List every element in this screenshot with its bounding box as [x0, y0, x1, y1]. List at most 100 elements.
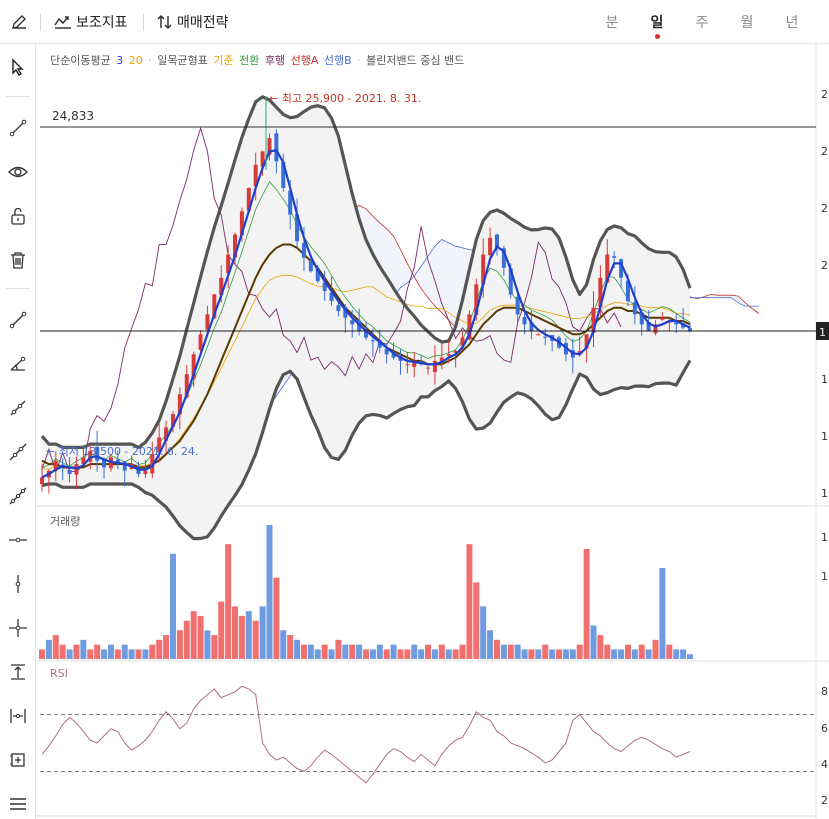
volume-bar	[425, 644, 432, 659]
trash-icon	[11, 252, 25, 269]
candle-body	[226, 254, 231, 274]
ichimoku-kijun-line	[42, 274, 691, 470]
volume-bar	[549, 649, 556, 659]
candle-body	[412, 360, 417, 368]
ichimoku-span-a	[110, 204, 760, 460]
crosshair-icon	[9, 619, 27, 637]
rsi-axis-tick: 2	[821, 794, 828, 807]
current-price-tag	[816, 322, 829, 340]
volume-bar	[156, 639, 163, 659]
rsi-panel-label: RSI	[50, 667, 68, 680]
trendline-tool[interactable]	[6, 116, 30, 140]
candle-body	[108, 457, 113, 469]
candle-body	[191, 354, 196, 379]
volume-bar	[687, 654, 693, 659]
volume-bar	[328, 649, 335, 659]
candle-body	[288, 190, 293, 215]
settings-list-tool[interactable]	[6, 792, 30, 816]
candle-body	[95, 446, 100, 461]
volume-bar	[183, 620, 190, 659]
current-price-tag-text: 1	[819, 326, 826, 339]
crosshair-tool[interactable]	[6, 616, 30, 640]
volume-bar	[45, 639, 52, 659]
price-axis-tick: 2	[821, 202, 828, 215]
period-tab-week[interactable]: 주	[692, 12, 712, 32]
volume-bar	[335, 639, 342, 659]
candle-body	[322, 282, 327, 292]
candle-body	[219, 277, 224, 295]
volume-bar	[666, 644, 673, 659]
volume-bar	[266, 525, 273, 659]
volume-bar	[480, 606, 487, 659]
candle-body	[350, 320, 355, 325]
rsi-axis-tick: 4	[821, 758, 828, 771]
extended-line-tool[interactable]	[6, 440, 30, 464]
price-chart[interactable]: 2 2 2 2 1 1 1 1 1 8 6 4 2 24,833 1 ← 최고 25,900 - 202…	[0, 0, 829, 819]
legend-bollinger-label[interactable]: 볼린저밴드 중심 밴드	[366, 54, 464, 67]
volume-bar	[232, 606, 239, 659]
ray-tool[interactable]	[6, 396, 30, 420]
volume-bar	[287, 635, 294, 659]
vertical-line-tool[interactable]	[6, 572, 30, 596]
volume-bar	[142, 649, 149, 659]
horizontal-line-tool[interactable]	[6, 528, 30, 552]
volume-bar	[238, 615, 245, 659]
candle-body	[81, 457, 86, 464]
rsi-line	[41, 685, 691, 784]
date-range-icon	[10, 709, 26, 723]
volume-bar	[204, 630, 211, 659]
price-range-tool[interactable]	[6, 660, 30, 684]
candle-body	[522, 316, 527, 325]
volume-bar	[411, 644, 418, 659]
multi-point-tool[interactable]	[6, 484, 30, 508]
candle-body	[102, 459, 107, 468]
candle-body	[177, 394, 182, 415]
volume-bar	[245, 611, 252, 659]
volume-bar	[397, 649, 404, 659]
candle-body	[164, 427, 169, 441]
period-tab-minute[interactable]: 분	[602, 12, 622, 32]
indicators-button[interactable]: 보조지표	[54, 0, 128, 44]
trendline-icon	[9, 119, 27, 137]
legend-ichimoku-label[interactable]: 일목균형표	[157, 54, 208, 67]
volume-bar	[583, 548, 590, 659]
candle-body	[274, 133, 279, 162]
volume-bar	[631, 649, 638, 659]
legend-sma-label[interactable]: 단순이동평균	[50, 54, 111, 67]
period-tab-year[interactable]: 년	[782, 12, 802, 32]
draw-toggle-button[interactable]	[10, 0, 28, 44]
line-tool[interactable]	[6, 308, 30, 332]
rsi-axis-tick: 6	[821, 722, 828, 735]
visibility-tool[interactable]	[6, 160, 30, 184]
candle-body	[122, 461, 127, 471]
volume-bar	[149, 644, 156, 659]
volume-panel-label: 거래량	[50, 515, 81, 528]
bollinger-upper-band	[40, 95, 692, 449]
add-shape-tool[interactable]	[6, 748, 30, 772]
period-tab-day[interactable]: 일	[647, 12, 667, 39]
candle-body	[205, 314, 210, 330]
delete-tool[interactable]	[6, 248, 30, 272]
legend-tenkan: 전환	[239, 54, 260, 67]
candle-body	[150, 454, 155, 474]
volume-bar	[500, 644, 507, 659]
volume-bar	[680, 649, 687, 659]
volume-bar	[590, 625, 597, 659]
candle-body	[40, 477, 44, 485]
volume-bar	[342, 644, 349, 659]
volume-bar	[459, 644, 466, 659]
strategy-button[interactable]: 매매전략	[157, 0, 229, 44]
candle-body	[577, 350, 582, 355]
sort-arrows-icon	[157, 14, 172, 30]
volume-bar	[473, 582, 480, 659]
angle-tool[interactable]	[6, 352, 30, 376]
ray-icon	[10, 400, 26, 416]
cursor-tool[interactable]	[6, 55, 30, 79]
period-tab-month[interactable]: 월	[737, 12, 757, 32]
volume-bar	[576, 644, 583, 659]
date-range-tool[interactable]	[6, 704, 30, 728]
lock-tool[interactable]	[6, 204, 30, 228]
candle-body	[674, 322, 679, 325]
volume-bar	[121, 644, 128, 659]
volume-bar	[349, 644, 356, 659]
